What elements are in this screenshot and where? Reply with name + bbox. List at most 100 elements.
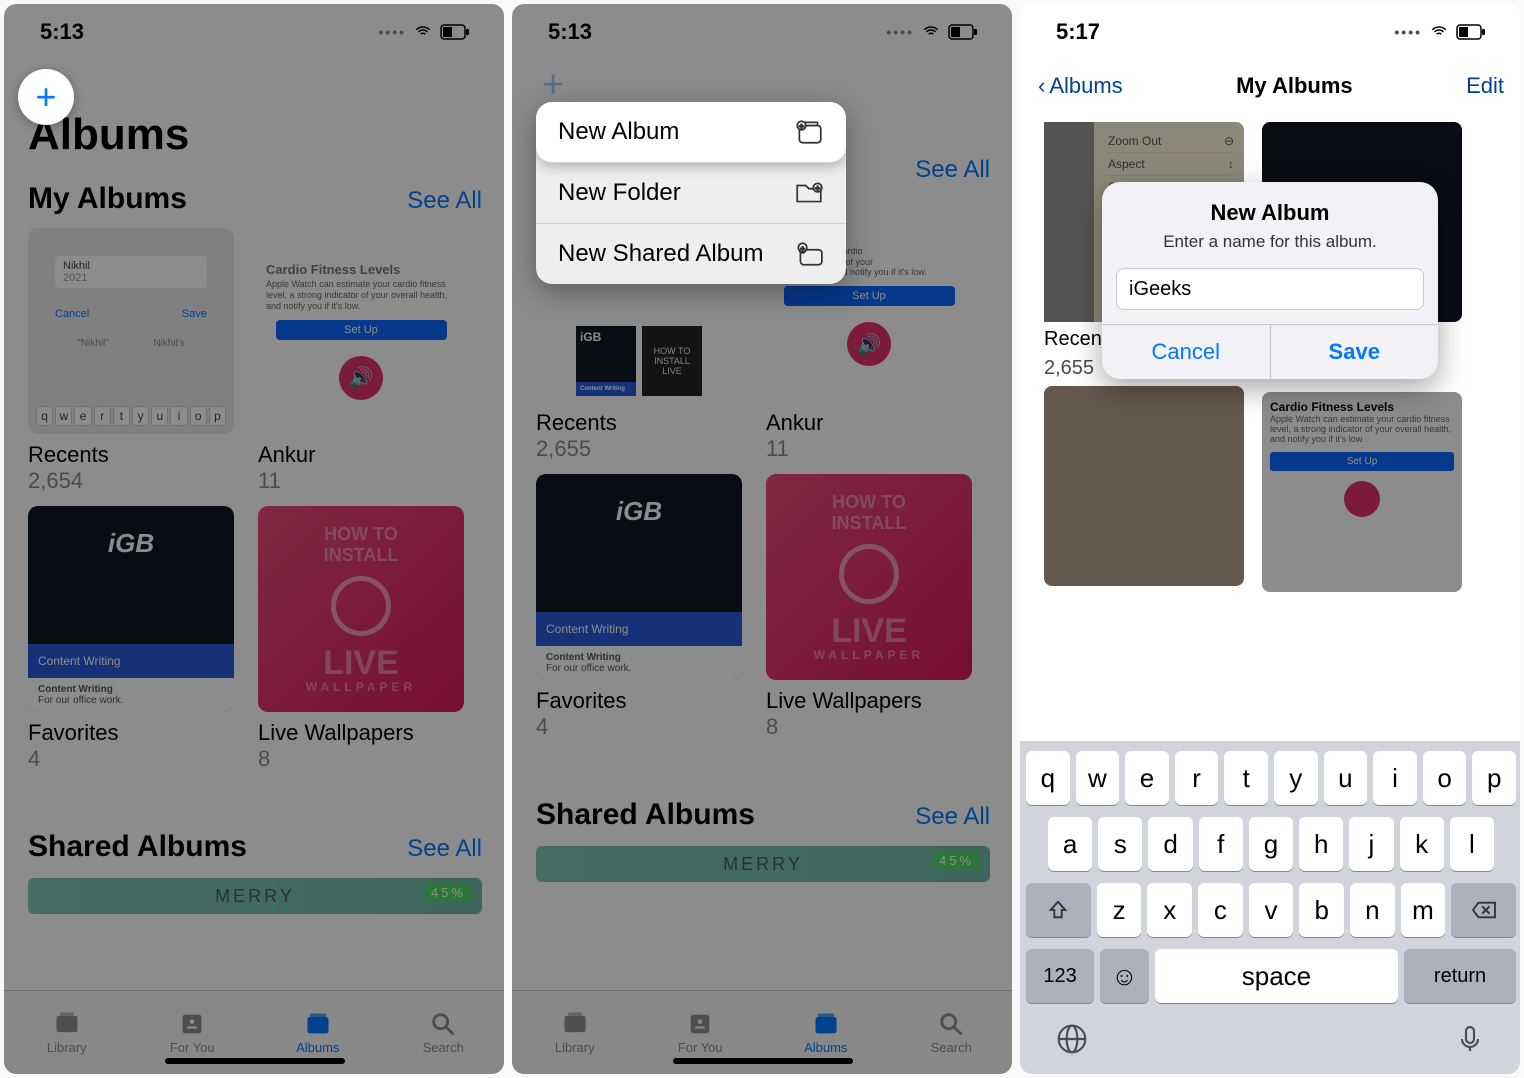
- see-all-link[interactable]: See All: [407, 187, 482, 215]
- section-heading: Shared Albums: [28, 830, 247, 864]
- battery-badge: 45%: [425, 884, 472, 901]
- back-button[interactable]: ‹Albums: [1038, 73, 1123, 99]
- album-item[interactable]: iGB Content Writing Content WritingFor o…: [536, 474, 742, 740]
- chevron-left-icon: ‹: [1038, 73, 1045, 99]
- status-bar: 5:13 ••••: [4, 4, 504, 60]
- key-space[interactable]: space: [1155, 949, 1398, 1003]
- new-album-alert: New Album Enter a name for this album. C…: [1102, 182, 1438, 379]
- key-c[interactable]: c: [1198, 883, 1243, 937]
- key-x[interactable]: x: [1147, 883, 1192, 937]
- album-item[interactable]: iGB Content Writing Content WritingFor o…: [28, 506, 234, 772]
- phone-screen-1: 5:13 •••• + Albums My Albums See All Nik…: [4, 4, 504, 1074]
- phone-screen-3: 5:17 •••• ‹Albums My Albums Edit Zoom Ou…: [1020, 4, 1520, 1074]
- key-f[interactable]: f: [1199, 817, 1243, 871]
- mic-icon[interactable]: [1454, 1023, 1486, 1060]
- key-j[interactable]: j: [1349, 817, 1393, 871]
- album-item[interactable]: HOW TO INSTALL LIVE WALLPAPER Live Wallp…: [258, 506, 464, 772]
- add-button[interactable]: +: [532, 66, 574, 104]
- key-emoji[interactable]: ☺: [1100, 949, 1149, 1003]
- key-l[interactable]: l: [1450, 817, 1494, 871]
- svg-text:+: +: [800, 244, 805, 253]
- tab-library[interactable]: Library: [512, 991, 638, 1074]
- key-g[interactable]: g: [1249, 817, 1293, 871]
- key-w[interactable]: w: [1076, 751, 1120, 805]
- wifi-icon: [1428, 23, 1450, 41]
- album-thumbnail: iGB Content Writing Content WritingFor o…: [28, 506, 234, 712]
- album-count: 2,654: [28, 468, 234, 494]
- page-title: Albums: [4, 110, 504, 170]
- key-d[interactable]: d: [1148, 817, 1192, 871]
- cellular-icon: ••••: [886, 24, 914, 40]
- album-thumbnail: Nikhil2021 CancelSave "Nikhil"Nikhil's q…: [28, 228, 234, 434]
- status-icons: ••••: [378, 23, 470, 41]
- key-q[interactable]: q: [1026, 751, 1070, 805]
- key-shift[interactable]: [1026, 883, 1091, 937]
- album-name-input[interactable]: [1116, 268, 1424, 310]
- key-i[interactable]: i: [1373, 751, 1417, 805]
- nav-title: My Albums: [1236, 73, 1353, 99]
- album-item[interactable]: Cardio Fitness Levels Apple Watch can es…: [258, 228, 464, 494]
- album-name: Recents: [28, 442, 234, 468]
- key-return[interactable]: return: [1404, 949, 1516, 1003]
- key-u[interactable]: u: [1324, 751, 1368, 805]
- album-item[interactable]: Nikhil2021 CancelSave "Nikhil"Nikhil's q…: [28, 228, 234, 494]
- key-z[interactable]: z: [1097, 883, 1142, 937]
- keyboard: qwertyuiop asdfghjkl zxcvbnm 123 ☺ space…: [1020, 741, 1520, 1074]
- tab-search[interactable]: Search: [381, 991, 505, 1074]
- cellular-icon: ••••: [378, 24, 406, 40]
- key-123[interactable]: 123: [1026, 949, 1094, 1003]
- alert-cancel-button[interactable]: Cancel: [1102, 325, 1271, 379]
- menu-new-album[interactable]: New Album +: [536, 102, 846, 163]
- see-all-link[interactable]: See All: [915, 156, 990, 184]
- album-thumbnail[interactable]: [1044, 386, 1244, 586]
- menu-new-folder[interactable]: New Folder +: [536, 163, 846, 224]
- key-v[interactable]: v: [1249, 883, 1294, 937]
- shared-album-preview[interactable]: MERRY 45%: [28, 878, 482, 914]
- album-grid-row2: iGB Content Writing Content WritingFor o…: [512, 468, 1012, 746]
- album-count: 11: [258, 468, 464, 494]
- key-a[interactable]: a: [1048, 817, 1092, 871]
- status-time: 5:13: [40, 19, 84, 45]
- key-y[interactable]: y: [1274, 751, 1318, 805]
- shared-album-icon: +: [794, 241, 824, 267]
- key-t[interactable]: t: [1224, 751, 1268, 805]
- add-button-highlight[interactable]: +: [18, 69, 74, 125]
- key-k[interactable]: k: [1400, 817, 1444, 871]
- album-name: Favorites: [28, 720, 234, 746]
- edit-button[interactable]: Edit: [1466, 73, 1504, 99]
- home-indicator[interactable]: [165, 1058, 345, 1064]
- key-p[interactable]: p: [1472, 751, 1516, 805]
- see-all-link[interactable]: See All: [407, 835, 482, 863]
- status-bar: 5:13 ••••: [512, 4, 1012, 60]
- wifi-icon: [412, 23, 434, 41]
- home-indicator[interactable]: [673, 1058, 853, 1064]
- shared-album-preview[interactable]: MERRY 45%: [536, 846, 990, 882]
- key-o[interactable]: o: [1423, 751, 1467, 805]
- see-all-link[interactable]: See All: [915, 803, 990, 831]
- key-e[interactable]: e: [1125, 751, 1169, 805]
- key-m[interactable]: m: [1401, 883, 1446, 937]
- key-backspace[interactable]: [1451, 883, 1516, 937]
- key-b[interactable]: b: [1299, 883, 1344, 937]
- album-item[interactable]: HOW TOINSTALLLIVEWALLPAPER Live Wallpape…: [766, 474, 972, 740]
- album-thumbnail: iGB Content Writing Content WritingFor o…: [536, 474, 742, 680]
- alert-save-button[interactable]: Save: [1271, 325, 1439, 379]
- album-thumbnail: HOW TOINSTALLLIVEWALLPAPER: [766, 474, 972, 680]
- plus-icon: +: [35, 79, 56, 115]
- key-s[interactable]: s: [1098, 817, 1142, 871]
- globe-icon[interactable]: [1056, 1023, 1088, 1060]
- key-r[interactable]: r: [1175, 751, 1219, 805]
- album-thumbnail[interactable]: Cardio Fitness Levels Apple Watch can es…: [1262, 392, 1462, 592]
- album-name: Live Wallpapers: [766, 688, 972, 714]
- add-menu-popup: New Album + New Folder + New Shared Albu…: [536, 102, 846, 284]
- tab-search[interactable]: Search: [889, 991, 1013, 1074]
- album-name: Ankur: [258, 442, 464, 468]
- nav-bar: +: [4, 60, 504, 110]
- album-thumbnail: Cardio Fitness Levels Apple Watch can es…: [258, 228, 464, 434]
- folder-add-icon: +: [794, 180, 824, 206]
- section-shared: Shared Albums See All: [4, 818, 504, 870]
- menu-new-shared-album[interactable]: New Shared Album +: [536, 224, 846, 284]
- key-h[interactable]: h: [1299, 817, 1343, 871]
- tab-library[interactable]: Library: [4, 991, 130, 1074]
- key-n[interactable]: n: [1350, 883, 1395, 937]
